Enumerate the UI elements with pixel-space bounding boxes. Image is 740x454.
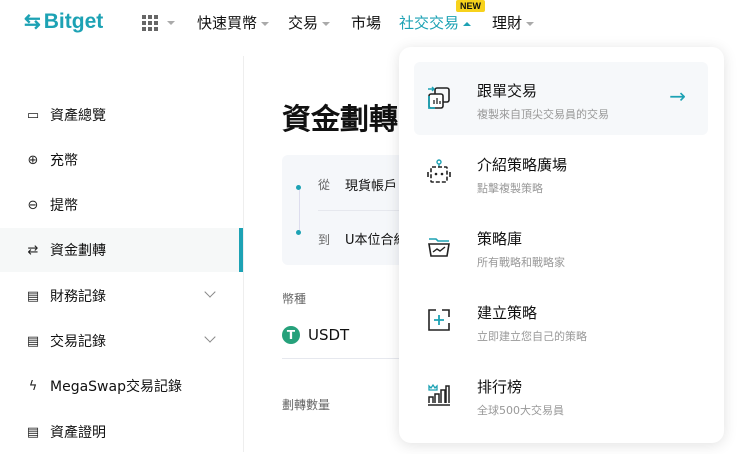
caret-down-icon: [526, 21, 535, 26]
caret-down-icon: [261, 21, 270, 26]
coin-select[interactable]: USDT: [308, 326, 349, 344]
nav-earn[interactable]: 理財: [492, 12, 535, 33]
apps-grid-icon[interactable]: [142, 15, 158, 31]
trade-record-icon: ▤: [26, 333, 40, 349]
sidebar-item-financial-records[interactable]: ▤ 財務記錄: [0, 274, 240, 318]
sidebar-divider: [243, 56, 244, 452]
folder-chart-icon: [428, 238, 450, 257]
menu-item-strategy-plaza[interactable]: 介紹策略廣場 點擊複製策略: [414, 136, 708, 209]
deposit-icon: ⊕: [27, 152, 39, 168]
copy-trading-icon: [428, 86, 450, 109]
nav-markets[interactable]: 市場: [351, 12, 381, 33]
nav-social-trading[interactable]: 社交交易: [399, 12, 472, 33]
new-badge: NEW: [456, 0, 485, 12]
usdt-icon: T: [282, 326, 300, 344]
to-account[interactable]: U本位合約: [345, 229, 400, 248]
leaderboard-icon: [428, 383, 450, 406]
from-account[interactable]: 現貨帳戶: [345, 175, 397, 194]
coin-label: 幣種: [282, 292, 307, 306]
arrow-right-icon: →: [669, 84, 686, 108]
sidebar-item-transfer[interactable]: ⇄ 資金劃轉: [0, 228, 240, 272]
megaswap-icon: ϟ: [28, 378, 38, 394]
record-icon: ▤: [26, 288, 40, 304]
divider: [282, 358, 400, 359]
menu-item-leaderboard[interactable]: 排行榜 全球500大交易員: [414, 358, 708, 431]
from-label: 從: [318, 178, 331, 192]
menu-item-create-strategy[interactable]: 建立策略 立即建立您自己的策略: [414, 284, 708, 357]
sidebar-item-withdraw[interactable]: ⊖ 提幣: [0, 183, 240, 227]
social-trading-dropdown: 跟單交易 複製來自頂尖交易員的交易 → 介紹策略廣場 點擊複製策略 策略庫 所有…: [399, 47, 724, 443]
sidebar-item-proof-of-reserves[interactable]: ▤ 資產證明: [0, 410, 240, 454]
robot-icon: [427, 159, 451, 183]
connector-line: [299, 190, 300, 232]
to-dot: [296, 230, 301, 235]
sidebar-item-trade-records[interactable]: ▤ 交易記錄: [0, 319, 240, 363]
menu-item-copy-trading[interactable]: 跟單交易 複製來自頂尖交易員的交易 →: [414, 62, 708, 135]
active-indicator: [239, 228, 243, 272]
to-label: 到: [318, 233, 331, 247]
menu-item-strategy-library[interactable]: 策略庫 所有戰略和戰略家: [414, 210, 708, 283]
sidebar-item-assets-overview[interactable]: ▭ 資產總覽: [0, 93, 240, 137]
sidebar-item-deposit[interactable]: ⊕ 充幣: [0, 138, 240, 182]
caret-down-icon: [167, 21, 175, 25]
add-box-icon: [428, 309, 450, 331]
proof-icon: ▤: [26, 424, 40, 440]
transfer-icon: ⇄: [27, 242, 39, 258]
withdraw-icon: ⊖: [27, 197, 39, 213]
wallet-icon: ▭: [26, 107, 40, 123]
nav-quick-buy[interactable]: 快速買幣: [197, 12, 270, 33]
amount-label: 劃轉數量: [282, 398, 331, 412]
logo-arrows-icon: ⇆: [24, 11, 41, 33]
chevron-down-icon: [204, 286, 216, 298]
page-title: 資金劃轉: [282, 102, 399, 136]
bitget-logo[interactable]: ⇆ Bitget: [24, 9, 103, 34]
caret-down-icon: [322, 21, 331, 26]
caret-up-icon: [463, 21, 472, 26]
nav-trade[interactable]: 交易: [288, 12, 331, 33]
chevron-down-icon: [204, 331, 216, 343]
sidebar-item-megaswap-records[interactable]: ϟ MegaSwap交易記錄: [0, 364, 240, 408]
